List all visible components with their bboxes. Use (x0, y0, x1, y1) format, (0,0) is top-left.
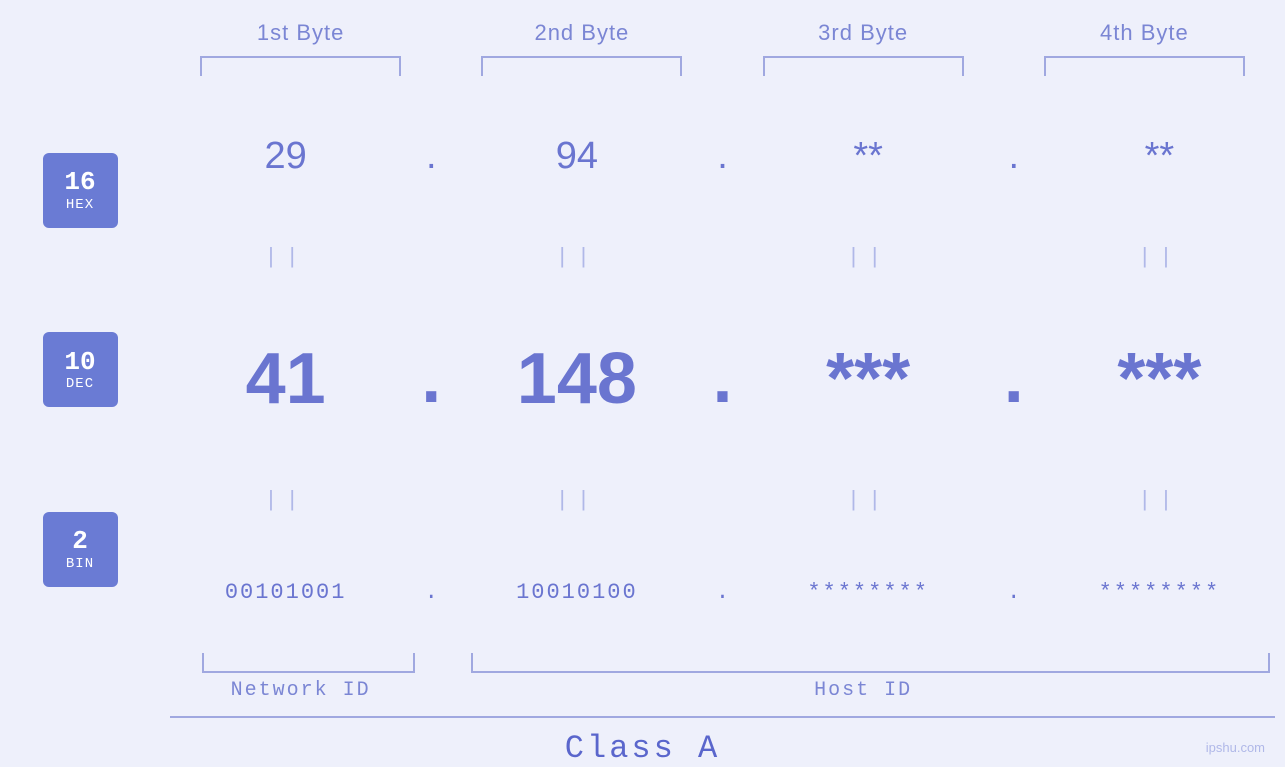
hex-dot2: . (703, 135, 743, 178)
badges-column: 16 HEX 10 DEC 2 BIN (0, 91, 160, 649)
class-bracket-line (170, 716, 1275, 718)
dec-byte3: *** (743, 338, 994, 420)
header-row: 1st Byte 2nd Byte 3rd Byte 4th Byte (0, 0, 1285, 56)
hex-badge-number: 16 (64, 168, 95, 197)
hex-badge-label: HEX (66, 197, 94, 213)
hex-byte2: 94 (451, 135, 702, 178)
dec-data-row: 41 . 148 . *** . *** (160, 338, 1285, 420)
eq1-b4: || (1034, 245, 1285, 270)
dec-byte1: 41 (160, 338, 411, 420)
top-bracket-1 (200, 56, 401, 76)
dec-byte2: 148 (451, 338, 702, 420)
top-bracket-4 (1044, 56, 1245, 76)
bin-badge-number: 2 (72, 527, 88, 556)
dec-badge: 10 DEC (43, 332, 118, 407)
id-labels-row: Network ID Host ID (0, 679, 1285, 702)
main-container: 1st Byte 2nd Byte 3rd Byte 4th Byte 16 H… (0, 0, 1285, 767)
byte2-header: 2nd Byte (441, 20, 722, 46)
eq2-b2: || (451, 488, 702, 513)
eq1-b1: || (160, 245, 411, 270)
bin-byte1: 00101001 (160, 580, 411, 605)
host-id-label: Host ID (441, 679, 1285, 702)
content-area: 16 HEX 10 DEC 2 BIN 29 . 94 . ** . ** (0, 91, 1285, 649)
equals-row-2: || || || || (160, 488, 1285, 513)
bin-badge: 2 BIN (43, 512, 118, 587)
eq2-b3: || (743, 488, 994, 513)
watermark: ipshu.com (1206, 740, 1265, 755)
bin-byte4: ******** (1034, 580, 1285, 605)
hex-dot1: . (411, 135, 451, 178)
bracket-cell-3 (723, 56, 1004, 76)
data-rows: 29 . 94 . ** . ** || || || || 41 (160, 91, 1285, 649)
hex-byte4: ** (1034, 135, 1285, 178)
hex-data-row: 29 . 94 . ** . ** (160, 135, 1285, 178)
eq2-b4: || (1034, 488, 1285, 513)
bin-badge-label: BIN (66, 556, 94, 572)
net-bottom-bracket (202, 653, 415, 673)
bin-dot2: . (703, 580, 743, 605)
hex-byte1: 29 (160, 135, 411, 178)
byte3-header: 3rd Byte (723, 20, 1004, 46)
eq1-b2: || (451, 245, 702, 270)
top-bracket-3 (763, 56, 964, 76)
hex-byte3: ** (743, 135, 994, 178)
bin-data-row: 00101001 . 10010100 . ******** . *******… (160, 580, 1285, 605)
host-bracket-wrap (456, 653, 1285, 673)
bin-byte3: ******** (743, 580, 994, 605)
dec-badge-number: 10 (64, 348, 95, 377)
bin-dot1: . (411, 580, 451, 605)
eq1-b3: || (743, 245, 994, 270)
bracket-cell-1 (160, 56, 441, 76)
dec-dot2: . (703, 350, 743, 408)
hex-badge: 16 HEX (43, 153, 118, 228)
dec-dot1: . (411, 350, 451, 408)
bin-byte2: 10010100 (451, 580, 702, 605)
class-label-row: Class A (565, 730, 720, 767)
top-bracket-2 (481, 56, 682, 76)
dec-badge-label: DEC (66, 376, 94, 392)
equals-row-1: || || || || (160, 245, 1285, 270)
network-id-label: Network ID (160, 679, 441, 702)
dec-byte4: *** (1034, 338, 1285, 420)
bracket-cell-2 (441, 56, 722, 76)
host-bottom-bracket (471, 653, 1270, 673)
bottom-bracket-container (0, 653, 1285, 673)
eq2-b1: || (160, 488, 411, 513)
hex-dot3: . (994, 135, 1034, 178)
byte4-header: 4th Byte (1004, 20, 1285, 46)
class-label: Class A (565, 730, 720, 767)
bin-dot3: . (994, 580, 1034, 605)
top-bracket-row (0, 56, 1285, 76)
byte1-header: 1st Byte (160, 20, 441, 46)
dec-dot3: . (994, 350, 1034, 408)
bracket-cell-4 (1004, 56, 1285, 76)
net-bracket-wrap (160, 653, 456, 673)
